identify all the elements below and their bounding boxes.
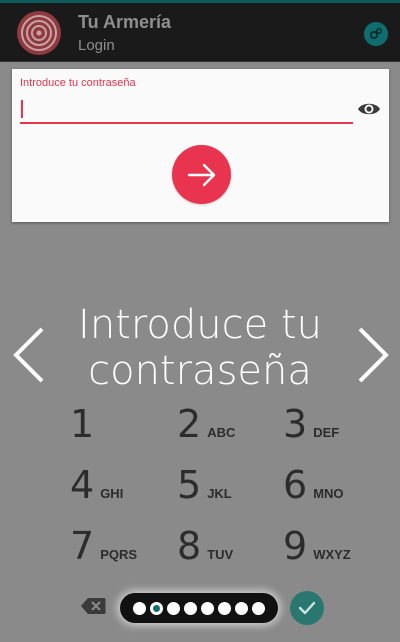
key-letters: ABC xyxy=(207,425,236,440)
prompt-line-2: contraseña xyxy=(88,348,312,394)
password-input[interactable] xyxy=(20,95,353,123)
keypad-key-4[interactable]: 4 GHI xyxy=(70,463,166,515)
key-digit: 3 xyxy=(283,402,308,446)
pin-progress-dots xyxy=(120,593,278,623)
password-label: Introduce tu contraseña xyxy=(20,77,136,89)
keypad-key-1[interactable]: 1 xyxy=(70,402,166,454)
keypad-key-6[interactable]: 6 MNO xyxy=(283,463,379,515)
pin-dot xyxy=(235,601,248,615)
backspace-icon[interactable] xyxy=(80,597,106,615)
key-letters: PQRS xyxy=(100,547,138,562)
gears-icon xyxy=(369,28,382,40)
prompt-line-1: Introduce tu xyxy=(78,302,322,348)
text-cursor xyxy=(21,100,23,118)
arrow-right-icon xyxy=(187,163,215,186)
settings-button[interactable] xyxy=(364,22,388,46)
key-letters: JKL xyxy=(207,486,232,501)
password-underline xyxy=(20,122,353,124)
key-letters: DEF xyxy=(313,425,340,440)
app-title: Tu Armería xyxy=(78,12,172,32)
password-prompt: Introduce tu contraseña xyxy=(60,302,340,394)
key-digit: 4 xyxy=(70,463,95,507)
keypad-key-9[interactable]: 9 WXYZ xyxy=(283,524,379,576)
chevron-left-icon[interactable] xyxy=(10,325,46,385)
key-digit: 2 xyxy=(177,402,202,446)
key-digit: 8 xyxy=(177,524,202,568)
keypad-key-5[interactable]: 5 JKL xyxy=(177,463,273,515)
keypad-key-3[interactable]: 3 DEF xyxy=(283,402,379,454)
check-icon xyxy=(298,601,316,615)
app-bar: Tu Armería Login xyxy=(0,3,400,62)
key-digit: 7 xyxy=(70,524,95,568)
pin-dot xyxy=(218,601,231,615)
key-letters: WXYZ xyxy=(313,547,351,562)
key-digit: 5 xyxy=(177,463,202,507)
key-digit: 1 xyxy=(70,402,95,446)
login-card: Introduce tu contraseña xyxy=(12,69,389,222)
keypad-key-8[interactable]: 8 TUV xyxy=(177,524,273,576)
pin-dot xyxy=(252,601,265,615)
chevron-right-icon[interactable] xyxy=(356,325,392,385)
key-digit: 9 xyxy=(283,524,308,568)
target-icon xyxy=(17,11,61,55)
pin-dot xyxy=(133,601,146,615)
keypad-key-7[interactable]: 7 PQRS xyxy=(70,524,166,576)
app-subtitle: Login xyxy=(78,37,115,54)
key-digit: 6 xyxy=(283,463,308,507)
pin-dot xyxy=(201,601,214,615)
submit-button[interactable] xyxy=(172,145,231,204)
key-letters: GHI xyxy=(100,486,124,501)
eye-icon[interactable] xyxy=(357,97,381,121)
key-letters: TUV xyxy=(207,547,234,562)
keypad-key-2[interactable]: 2 ABC xyxy=(177,402,273,454)
confirm-button[interactable] xyxy=(290,591,324,625)
key-letters: MNO xyxy=(313,486,344,501)
pin-dot-active xyxy=(150,601,163,615)
pin-dot xyxy=(167,601,180,615)
pin-dot xyxy=(184,601,197,615)
